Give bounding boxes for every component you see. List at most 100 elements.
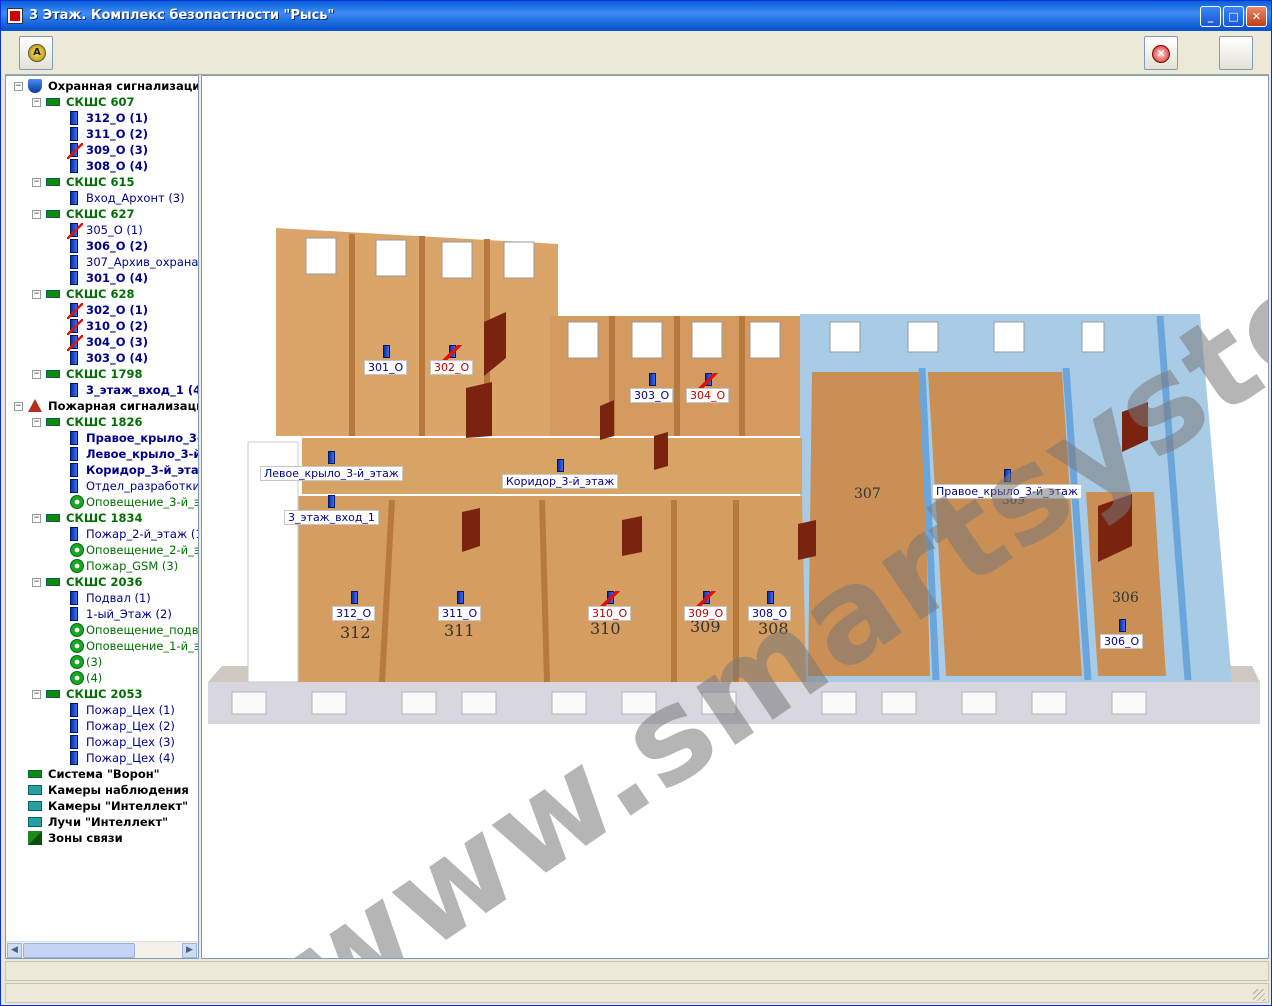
board-icon (28, 770, 42, 778)
blank-tool-button[interactable] (1219, 36, 1253, 70)
tree-node[interactable]: Оповещение_1-й_эта (6, 638, 198, 654)
tree-node[interactable]: Пожар_Цех (4) (6, 750, 198, 766)
expand-toggle-icon[interactable]: − (32, 178, 41, 187)
zone-marker[interactable]: 3_этаж_вход_1 (284, 494, 379, 525)
zone-marker[interactable]: Коридор_3-й_этаж (502, 458, 619, 489)
zone-marker[interactable]: Левое_крыло_3-й_этаж (260, 450, 403, 481)
tree-node[interactable]: (3) (6, 654, 198, 670)
close-button[interactable]: ✕ (1246, 6, 1267, 27)
tree-node[interactable]: 310_О (2) (6, 318, 198, 335)
zone-marker[interactable]: 310_О (588, 590, 632, 621)
tree-node[interactable]: − СКШС 2036 (6, 574, 198, 590)
board-icon (46, 98, 60, 106)
tree-node[interactable]: 305_О (1) (6, 222, 198, 239)
tree-horizontal-scrollbar[interactable]: ◀ ▶ (6, 941, 198, 958)
resize-grip-icon[interactable] (1253, 989, 1265, 1001)
zone-marker[interactable]: 311_О (438, 590, 482, 621)
tree-node[interactable]: Оповещение_подвал (6, 622, 198, 638)
tree-node-label: 306_О (2) (86, 239, 149, 253)
sensor-icon (70, 527, 78, 541)
minimize-button[interactable]: _ (1200, 6, 1221, 27)
expand-toggle-icon[interactable]: − (32, 578, 41, 587)
zone-marker[interactable]: 303_О (630, 372, 674, 403)
tree-node[interactable]: − СКШС 627 (6, 206, 198, 222)
tree-node[interactable]: − Охранная сигнализация (6, 78, 198, 94)
expand-toggle-icon[interactable]: − (32, 290, 41, 299)
expand-toggle-icon[interactable]: − (32, 418, 41, 427)
tree-node[interactable]: Левое_крыло_3-й_ (6, 446, 198, 462)
tree-node-label: Коридор_3-й_этаж (86, 463, 198, 477)
board-icon (46, 210, 60, 218)
expand-toggle-icon[interactable]: − (32, 98, 41, 107)
maximize-button[interactable]: □ (1223, 6, 1244, 27)
tree-node[interactable]: Зоны связи (6, 830, 198, 846)
tree-node[interactable]: Оповещение_2-й_эта (6, 542, 198, 558)
tree-node[interactable]: 307_Архив_охрана (3) (6, 254, 198, 270)
tree-node[interactable]: Пожар_Цех (3) (6, 734, 198, 750)
room-number: 311 (444, 621, 475, 640)
expand-toggle-icon[interactable]: − (32, 514, 41, 523)
tree-node[interactable]: Лучи "Интеллект" (6, 814, 198, 830)
tree-node[interactable]: 303_О (4) (6, 350, 198, 366)
tree-node-label: 310_О (2) (86, 319, 149, 333)
tree-node[interactable]: 3_этаж_вход_1 (4) (6, 382, 198, 398)
title-bar[interactable]: 3 Этаж. Комплекс безопастности "Рысь" _ … (1, 1, 1271, 31)
tree-node[interactable]: Пожар_GSM (3) (6, 558, 198, 574)
tree-node[interactable]: − СКШС 1798 (6, 366, 198, 382)
tree-node[interactable]: Система "Ворон" (6, 766, 198, 782)
zone-marker[interactable]: Правое_крыло_3-й_этаж (932, 468, 1082, 499)
tree-node[interactable]: (4) (6, 670, 198, 686)
tree-node[interactable]: 311_О (2) (6, 126, 198, 142)
zone-label: Правое_крыло_3-й_этаж (932, 484, 1082, 499)
expand-toggle-icon[interactable]: − (32, 210, 41, 219)
floor-plan-view[interactable]: 307 309 306 312 311 310 309 308 301_О 302… (201, 75, 1269, 959)
expand-toggle-icon[interactable]: − (14, 82, 23, 91)
status-panel-1 (5, 961, 1269, 981)
zone-marker[interactable]: 312_О (332, 590, 376, 621)
scroll-right-arrow-icon[interactable]: ▶ (182, 943, 197, 958)
tree-node[interactable]: − СКШС 615 (6, 174, 198, 190)
expand-toggle-icon[interactable]: − (32, 690, 41, 699)
alarm-reset-button[interactable]: ✕ (1144, 36, 1178, 70)
tree-node[interactable]: Коридор_3-й_этаж (6, 462, 198, 478)
tree-node[interactable]: 306_О (2) (6, 238, 198, 254)
tree-node[interactable]: 304_О (3) (6, 334, 198, 351)
tree-node[interactable]: 312_О (1) (6, 110, 198, 126)
tree-node[interactable]: − Пожарная сигнализация (6, 398, 198, 414)
mode-a-button[interactable]: A (19, 36, 53, 70)
sensor-icon (70, 703, 78, 717)
siren-icon (70, 623, 84, 637)
tree-node[interactable]: Камеры наблюдения (6, 782, 198, 798)
zone-marker[interactable]: 309_О (684, 590, 728, 621)
scroll-left-arrow-icon[interactable]: ◀ (7, 943, 22, 958)
tree-node[interactable]: Пожар_Цех (2) (6, 718, 198, 734)
tree-node[interactable]: Пожар_2-й_этаж (1) (6, 526, 198, 542)
expand-toggle-icon[interactable]: − (32, 370, 41, 379)
zone-marker[interactable]: 306_О (1100, 618, 1144, 649)
tree-node[interactable]: − СКШС 1826 (6, 414, 198, 430)
expand-toggle-icon[interactable]: − (14, 402, 23, 411)
tree-node[interactable]: − СКШС 628 (6, 286, 198, 302)
zone-marker[interactable]: 304_О (686, 372, 730, 403)
tree-node[interactable]: Оповещение_3-й_эта (6, 494, 198, 510)
tree-node[interactable]: Подвал (1) (6, 590, 198, 606)
tree-node[interactable]: − СКШС 2053 (6, 686, 198, 702)
tree-node[interactable]: 309_О (3) (6, 142, 198, 159)
tree-node[interactable]: − СКШС 607 (6, 94, 198, 110)
tree-node[interactable]: 301_О (4) (6, 270, 198, 286)
zone-marker[interactable]: 301_О (364, 344, 408, 375)
tree-node[interactable]: Вход_Архонт (3) (6, 190, 198, 206)
tree-node[interactable]: Пожар_Цех (1) (6, 702, 198, 718)
zone-marker[interactable]: 302_О (430, 344, 474, 375)
tree-node[interactable]: − СКШС 1834 (6, 510, 198, 526)
tree-node[interactable]: 302_О (1) (6, 302, 198, 319)
device-tree[interactable]: − Охранная сигнализация − СКШС 607 312_О (1)… (5, 75, 199, 959)
tree-node[interactable]: 1-ый_Этаж (2) (6, 606, 198, 622)
tree-node[interactable]: Камеры "Интеллект" (6, 798, 198, 814)
scroll-thumb[interactable] (23, 943, 135, 958)
room-number: 307 (854, 486, 881, 502)
tree-node[interactable]: Правое_крыло_3-й (6, 430, 198, 446)
zone-marker[interactable]: 308_О (748, 590, 792, 621)
tree-node[interactable]: 308_О (4) (6, 158, 198, 174)
tree-node[interactable]: Отдел_разработки_н (6, 478, 198, 494)
